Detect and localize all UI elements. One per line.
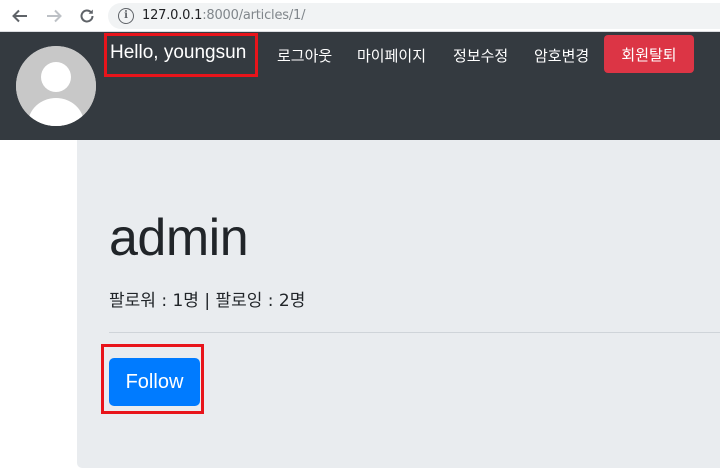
url-host: 127.0.0.1 xyxy=(142,8,203,23)
forward-arrow-icon[interactable] xyxy=(42,4,66,28)
edit-profile-link[interactable]: 정보수정 xyxy=(453,45,508,66)
url-text[interactable]: 127.0.0.1:8000/articles/1/ xyxy=(142,8,305,23)
change-password-link[interactable]: 암호변경 xyxy=(534,45,589,66)
greeting-text: Hello, youngsun xyxy=(110,42,247,63)
reload-icon[interactable] xyxy=(75,4,99,28)
user-avatar-icon xyxy=(16,46,96,126)
url-path: :8000/articles/1/ xyxy=(202,8,306,23)
logout-link[interactable]: 로그아웃 xyxy=(277,45,332,66)
divider xyxy=(109,332,720,333)
back-arrow-icon[interactable] xyxy=(8,4,32,28)
browser-toolbar: i 127.0.0.1:8000/articles/1/ xyxy=(0,0,720,32)
follow-button[interactable]: Follow xyxy=(109,358,200,406)
mypage-link[interactable]: 마이페이지 xyxy=(357,45,426,66)
follow-stats: 팔로워 : 1명 | 팔로잉 : 2명 xyxy=(109,291,306,311)
info-icon[interactable]: i xyxy=(118,8,134,24)
address-bar[interactable]: i 127.0.0.1:8000/articles/1/ xyxy=(108,3,720,29)
profile-username: admin xyxy=(109,209,249,267)
delete-account-button[interactable]: 회원탈퇴 xyxy=(604,35,694,73)
